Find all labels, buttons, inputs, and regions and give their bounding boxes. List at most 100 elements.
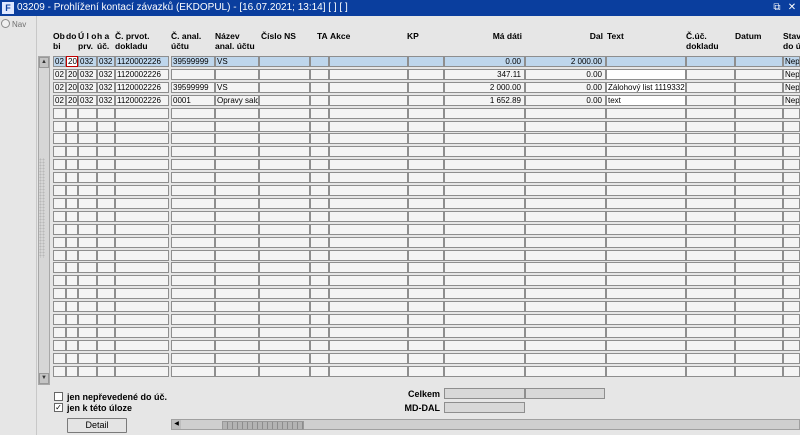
cell-datum[interactable] <box>735 353 783 364</box>
cell-ulo[interactable] <box>78 211 97 222</box>
cell-datum[interactable] <box>735 82 783 93</box>
cell-ns[interactable] <box>259 159 310 170</box>
cell-datum[interactable] <box>735 121 783 132</box>
cell-cuc[interactable] <box>686 108 735 119</box>
cell-madati[interactable] <box>444 237 525 248</box>
cell-do[interactable] <box>66 366 78 377</box>
cell-nazev[interactable]: VS <box>215 82 259 93</box>
cell-akce[interactable] <box>329 314 408 325</box>
cell-akce[interactable] <box>329 327 408 338</box>
cell-prvot[interactable] <box>115 353 169 364</box>
cell-ns[interactable] <box>259 250 310 261</box>
cell-ha[interactable] <box>97 159 115 170</box>
cell-dal[interactable] <box>525 224 606 235</box>
cell-ta[interactable] <box>310 198 329 209</box>
cell-anal[interactable] <box>171 288 215 299</box>
cell-dal[interactable] <box>525 185 606 196</box>
cell-cuc[interactable] <box>686 288 735 299</box>
cell-stav[interactable]: Nepř <box>783 56 800 67</box>
cell-ha[interactable] <box>97 340 115 351</box>
cell-ob[interactable] <box>53 172 66 183</box>
close-icon[interactable]: ✕ <box>786 0 798 16</box>
cell-ha[interactable]: 032 <box>97 82 115 93</box>
cell-ulo[interactable] <box>78 275 97 286</box>
cell-datum[interactable] <box>735 275 783 286</box>
cell-ha[interactable] <box>97 224 115 235</box>
cell-anal[interactable] <box>171 237 215 248</box>
cell-ob[interactable] <box>53 340 66 351</box>
cell-kp[interactable] <box>408 301 444 312</box>
cell-ta[interactable] <box>310 56 329 67</box>
cell-cuc[interactable] <box>686 133 735 144</box>
cell-prvot[interactable] <box>115 185 169 196</box>
cell-cuc[interactable] <box>686 56 735 67</box>
cell-nazev[interactable] <box>215 133 259 144</box>
cell-nazev[interactable] <box>215 172 259 183</box>
cell-text[interactable] <box>606 250 686 261</box>
cell-ha[interactable] <box>97 146 115 157</box>
cell-madati[interactable] <box>444 108 525 119</box>
cell-ta[interactable] <box>310 327 329 338</box>
cell-ha[interactable] <box>97 172 115 183</box>
cell-ha[interactable] <box>97 327 115 338</box>
cell-madati[interactable] <box>444 211 525 222</box>
cell-text[interactable] <box>606 108 686 119</box>
cell-ulo[interactable] <box>78 198 97 209</box>
cell-kp[interactable] <box>408 159 444 170</box>
cell-cuc[interactable] <box>686 224 735 235</box>
cell-text[interactable] <box>606 172 686 183</box>
cell-ulo[interactable] <box>78 250 97 261</box>
cell-ulo[interactable]: 032 <box>78 69 97 80</box>
cell-text[interactable] <box>606 288 686 299</box>
cell-ob[interactable] <box>53 301 66 312</box>
cell-ns[interactable] <box>259 262 310 273</box>
cell-prvot[interactable] <box>115 340 169 351</box>
cell-ns[interactable] <box>259 95 310 106</box>
cell-do[interactable] <box>66 146 78 157</box>
cell-kp[interactable] <box>408 121 444 132</box>
cell-prvot[interactable]: 1120002226 <box>115 82 169 93</box>
cell-text[interactable] <box>606 366 686 377</box>
cell-ta[interactable] <box>310 353 329 364</box>
cell-anal[interactable] <box>171 69 215 80</box>
cell-do[interactable] <box>66 224 78 235</box>
cell-prvot[interactable] <box>115 146 169 157</box>
cell-madati[interactable]: 2 000.00 <box>444 82 525 93</box>
cell-anal[interactable] <box>171 275 215 286</box>
cell-ns[interactable] <box>259 327 310 338</box>
cell-ha[interactable] <box>97 366 115 377</box>
cell-do[interactable]: 20 <box>66 69 78 80</box>
cell-ob[interactable] <box>53 146 66 157</box>
cell-stav[interactable] <box>783 121 800 132</box>
cell-ns[interactable] <box>259 353 310 364</box>
cell-anal[interactable] <box>171 121 215 132</box>
cell-nazev[interactable]: VS <box>215 56 259 67</box>
cell-nazev[interactable] <box>215 366 259 377</box>
cell-anal[interactable] <box>171 250 215 261</box>
cell-datum[interactable] <box>735 224 783 235</box>
cell-ta[interactable] <box>310 366 329 377</box>
cell-ulo[interactable]: 032 <box>78 56 97 67</box>
cell-anal[interactable] <box>171 185 215 196</box>
cell-ta[interactable] <box>310 340 329 351</box>
cell-prvot[interactable]: 1120002226 <box>115 56 169 67</box>
cell-text[interactable] <box>606 237 686 248</box>
cell-kp[interactable] <box>408 82 444 93</box>
cell-ta[interactable] <box>310 172 329 183</box>
cell-madati[interactable] <box>444 275 525 286</box>
cell-text[interactable] <box>606 301 686 312</box>
cell-text[interactable] <box>606 185 686 196</box>
cell-do[interactable] <box>66 314 78 325</box>
cell-do[interactable] <box>66 301 78 312</box>
cell-do[interactable] <box>66 250 78 261</box>
cell-ta[interactable] <box>310 288 329 299</box>
cell-cuc[interactable] <box>686 82 735 93</box>
cell-prvot[interactable] <box>115 237 169 248</box>
cell-ob[interactable]: 02 <box>53 82 66 93</box>
cell-akce[interactable] <box>329 82 408 93</box>
cell-datum[interactable] <box>735 250 783 261</box>
cell-ha[interactable] <box>97 108 115 119</box>
cell-ha[interactable] <box>97 237 115 248</box>
cell-stav[interactable] <box>783 198 800 209</box>
cell-ob[interactable] <box>53 275 66 286</box>
